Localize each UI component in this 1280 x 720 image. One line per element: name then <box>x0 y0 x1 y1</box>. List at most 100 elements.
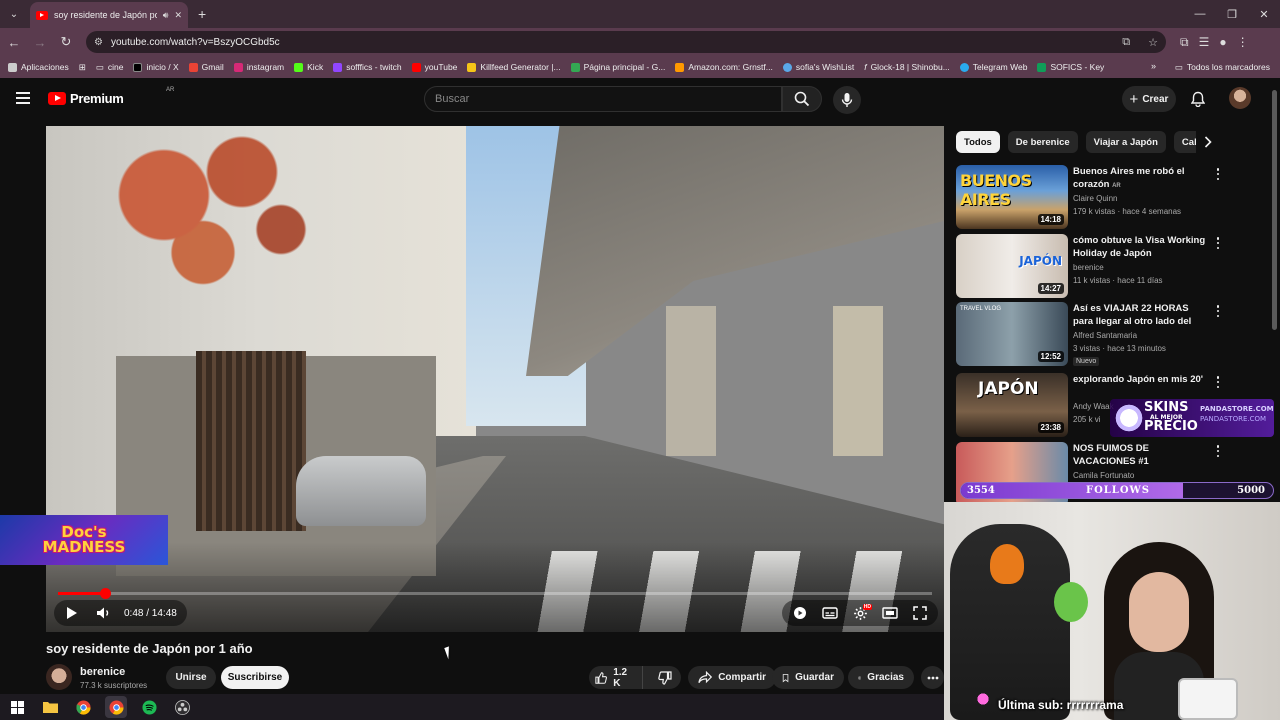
recommended-title[interactable]: NOS FUIMOS DE VACACIONES #1 <box>1073 442 1211 468</box>
bookmarks-overflow-icon[interactable]: » <box>1151 61 1156 71</box>
recommended-video[interactable]: TRAVEL VLOG 12:52 Así es VIAJAR 22 HORAS… <box>956 302 1236 366</box>
fullscreen-icon[interactable] <box>912 605 928 621</box>
profile-icon[interactable]: ● <box>1219 35 1226 49</box>
omnibox[interactable]: ⚙︎ youtube.com/watch?v=BszyOCGbd5c ⧉ ☆ <box>86 31 1166 53</box>
chevron-right-icon[interactable] <box>1200 134 1216 150</box>
back-icon[interactable]: ← <box>2 30 26 54</box>
youtube-premium-logo[interactable]: Premium AR <box>48 87 174 106</box>
recommended-title[interactable]: explorando Japón en mis 20' <box>1073 373 1211 386</box>
bookmark-star-icon[interactable]: ☆ <box>1148 36 1158 49</box>
bookmark-youtube[interactable]: youTube <box>411 62 457 72</box>
file-explorer-icon[interactable] <box>39 696 61 718</box>
recommended-channel[interactable]: Claire Quinn <box>1073 194 1117 203</box>
recommended-title[interactable]: Buenos Aires me robó el corazón AR <box>1073 165 1211 191</box>
subscribe-button[interactable]: Suscribirse <box>221 666 289 689</box>
chip-todos[interactable]: Todos <box>956 131 1000 153</box>
more-vertical-icon[interactable] <box>1214 375 1222 389</box>
more-vertical-icon[interactable] <box>1214 304 1222 318</box>
create-button[interactable]: + Crear <box>1122 86 1176 112</box>
bookmark-wishlist[interactable]: sofia's WishList <box>782 62 854 72</box>
chip-viajar-a-japon[interactable]: Viajar a Japón <box>1085 131 1166 153</box>
chip-calles[interactable]: Calles <box>1173 131 1196 153</box>
recommended-channel[interactable]: berenice <box>1073 263 1104 272</box>
reload-icon[interactable]: ↻ <box>54 30 78 54</box>
like-button[interactable]: 1.2 K <box>589 666 644 689</box>
minimize-icon[interactable]: — <box>1184 0 1216 28</box>
chip-de-berenice[interactable]: De berenice <box>1007 131 1078 153</box>
recommended-channel[interactable]: Alfred Santamaria <box>1073 331 1137 340</box>
bookmark-twitch[interactable]: sofffics - twitch <box>333 62 402 72</box>
account-avatar[interactable] <box>1229 87 1251 109</box>
bookmark-item[interactable]: Aplicaciones <box>8 62 69 72</box>
close-tab-icon[interactable]: ✕ <box>174 10 182 21</box>
recommended-video[interactable]: BUENOS AIRES 14:18 Buenos Aires me robó … <box>956 165 1236 229</box>
voice-search-button[interactable] <box>833 86 861 114</box>
recommended-channel[interactable]: Camila Fortunato <box>1073 471 1134 480</box>
obs-icon[interactable] <box>171 696 193 718</box>
channel-avatar[interactable] <box>46 664 72 690</box>
recommended-channel[interactable]: Andy Waak <box>1073 402 1114 411</box>
media-icon[interactable]: ☰ <box>1199 35 1210 49</box>
dislike-button[interactable] <box>649 666 681 689</box>
share-button[interactable]: Compartir <box>688 666 776 689</box>
video-thumbnail[interactable]: JAPÓN 14:27 <box>956 234 1068 298</box>
all-bookmarks[interactable]: ▭ Todos los marcadores <box>1175 56 1270 78</box>
search-input[interactable] <box>435 93 781 105</box>
save-button[interactable]: Guardar <box>772 666 844 689</box>
settings-gear-icon[interactable]: HD <box>852 604 872 621</box>
bookmark-glock[interactable]: f Glock-18 | Shinobu... <box>864 62 950 72</box>
subtitles-icon[interactable] <box>822 605 838 621</box>
close-window-icon[interactable]: ✕ <box>1248 0 1280 28</box>
bookmark-amazon[interactable]: Amazon.com: Grnstf... <box>675 62 773 72</box>
bookmark-gmail[interactable]: Gmail <box>188 62 224 72</box>
windows-start-icon[interactable] <box>6 696 28 718</box>
bookmark-sofics-key[interactable]: SOFICS - Key <box>1037 62 1104 72</box>
bookmark-drive[interactable]: Página principal - G... <box>570 62 665 72</box>
thanks-button[interactable]: Gracias <box>848 666 914 689</box>
bookmark-x[interactable]: inicio / X <box>133 62 179 72</box>
video-thumbnail[interactable]: TRAVEL VLOG 12:52 <box>956 302 1068 366</box>
page-scrollbar[interactable] <box>1272 90 1277 330</box>
recommended-video[interactable]: JAPÓN 14:27 cómo obtuve la Visa Working … <box>956 234 1236 298</box>
browser-tab-active[interactable]: soy residente de Japón por 1 año 🔊︎ ✕ <box>30 2 188 28</box>
more-vertical-icon[interactable] <box>1214 236 1222 250</box>
browser-menu-icon[interactable]: ⋮ <box>1237 35 1249 49</box>
bookmark-killfeed[interactable]: Killfeed Generator |... <box>467 62 561 72</box>
skins-ad-overlay: SKINS AL MEJOR PRECIO PANDASTORE.COM PAN… <box>1110 399 1274 437</box>
more-vertical-icon[interactable] <box>1214 167 1222 181</box>
video-player[interactable]: 0:48 / 14:48 HD <box>46 126 944 632</box>
bookmark-folder-cine[interactable]: ▭ cine <box>96 62 124 73</box>
video-thumbnail[interactable]: JAPÓN 23:38 <box>956 373 1068 437</box>
bookmark-telegram[interactable]: Telegram Web <box>959 62 1027 72</box>
video-thumbnail[interactable]: BUENOS AIRES 14:18 <box>956 165 1068 229</box>
restore-icon[interactable]: ❐ <box>1216 0 1248 28</box>
bookmark-kick[interactable]: Kick <box>294 62 323 72</box>
spotify-icon[interactable] <box>138 696 160 718</box>
audio-playing-icon[interactable]: 🔊︎ <box>163 10 169 21</box>
join-button[interactable]: Unirse <box>166 666 216 689</box>
more-vertical-icon[interactable] <box>1214 444 1222 458</box>
bookmark-apps-grid-icon[interactable]: ⊞ <box>79 62 86 73</box>
new-tab-icon[interactable]: + <box>198 6 206 22</box>
autoplay-toggle-icon[interactable] <box>792 605 808 621</box>
recommended-title[interactable]: cómo obtuve la Visa Working Holiday de J… <box>1073 234 1211 260</box>
chrome-profile-icon[interactable] <box>105 696 127 718</box>
url-text[interactable]: youtube.com/watch?v=BszyOCGbd5c <box>111 37 1104 48</box>
menu-icon[interactable] <box>16 92 30 104</box>
recommended-title[interactable]: Así es VIAJAR 22 HORAS para llegar al ot… <box>1073 302 1211 328</box>
notifications-bell-icon[interactable] <box>1190 91 1206 112</box>
chrome-icon[interactable] <box>72 696 94 718</box>
site-info-icon[interactable]: ⚙︎ <box>94 37 103 48</box>
volume-icon[interactable] <box>96 605 112 621</box>
miniplayer-icon[interactable] <box>882 605 898 621</box>
extensions-icon[interactable]: ⧉ <box>1180 35 1189 50</box>
search-button[interactable] <box>782 86 822 112</box>
cast-icon[interactable]: ⧉ <box>1122 36 1130 49</box>
progress-bar[interactable] <box>58 588 932 599</box>
play-icon[interactable] <box>64 605 80 621</box>
forward-icon[interactable]: → <box>28 30 52 54</box>
channel-name[interactable]: berenice <box>80 666 125 678</box>
tab-search-chevron-icon[interactable]: ⌄ <box>4 4 24 24</box>
more-actions-button[interactable] <box>921 666 944 689</box>
bookmark-instagram[interactable]: instagram <box>233 62 284 72</box>
